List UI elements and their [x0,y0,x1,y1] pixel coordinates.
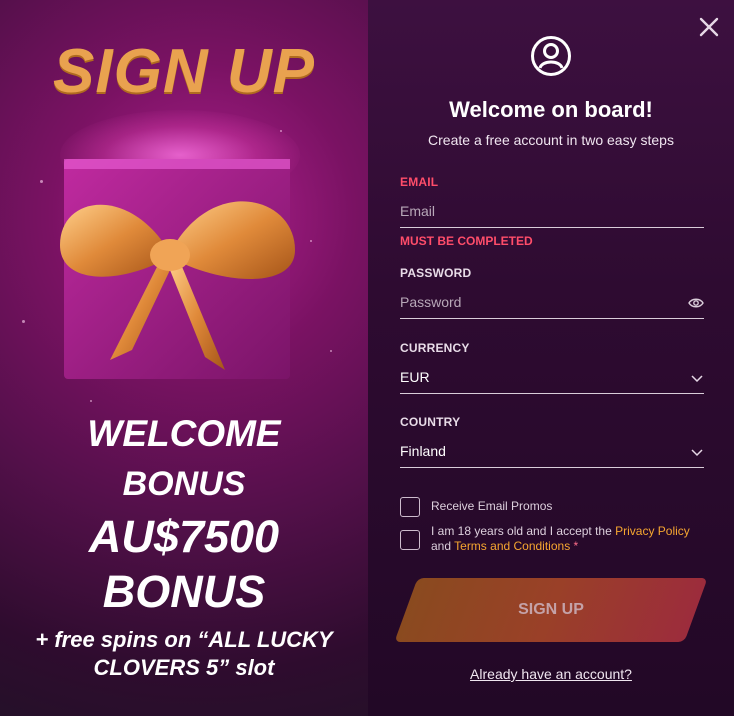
login-link[interactable]: Already have an account? [368,666,734,682]
email-input[interactable]: Email [400,203,704,228]
terms-checkbox-row: I am 18 years old and I accept the Priva… [400,524,710,554]
password-input[interactable]: Password [400,294,704,319]
close-icon[interactable] [698,16,720,38]
currency-select[interactable]: EUR [400,369,704,394]
terms-checkbox[interactable] [400,530,420,550]
gift-box-image [60,159,295,379]
promo-title: SIGN UP [53,37,315,106]
promos-label: Receive Email Promos [431,499,553,513]
welcome-heading: Welcome on board! [449,97,653,122]
password-label: PASSWORD [400,266,472,280]
email-field-group: EMAIL Email MUST BE COMPLETED [400,175,704,248]
signup-form-panel: Welcome on board! Create a free account … [368,0,734,716]
country-value: Finland [400,443,446,459]
country-field-group: COUNTRY Finland [400,415,704,468]
bonus-line-bonus-2: BONUS [102,566,266,617]
email-error: MUST BE COMPLETED [400,234,533,248]
eye-icon[interactable] [688,296,704,310]
chevron-down-icon [691,375,703,383]
signup-submit-label: SIGN UP [518,601,584,618]
currency-label: CURRENCY [400,341,470,355]
privacy-policy-link[interactable]: Privacy Policy [615,524,690,538]
country-label: COUNTRY [400,415,461,429]
promos-checkbox-row: Receive Email Promos [400,497,710,517]
terms-and: and [431,539,455,553]
signup-modal: SIGN UP WELCOME BONUS AU$7500 BONUS + fr… [0,0,734,716]
welcome-subtitle: Create a free account in two easy steps [428,132,674,148]
terms-label: I am 18 years old and I accept the Priva… [431,524,690,554]
free-spins-line-2: CLOVERS 5” slot [93,655,275,680]
bonus-line-welcome: WELCOME [87,413,281,454]
chevron-down-icon [691,449,703,457]
currency-value: EUR [400,369,430,385]
free-spins-line-1: + free spins on “ALL LUCKY [35,627,333,652]
promo-panel: SIGN UP WELCOME BONUS AU$7500 BONUS + fr… [0,0,368,716]
promos-checkbox[interactable] [400,497,420,517]
password-placeholder: Password [400,294,462,310]
signup-submit-button[interactable]: SIGN UP [394,578,708,642]
bonus-amount: AU$7500 [88,511,280,562]
currency-field-group: CURRENCY EUR [400,341,704,394]
user-circle-icon [531,36,571,76]
free-spins-text: + free spins on “ALL LUCKY CLOVERS 5” sl… [0,626,368,682]
password-field-group: PASSWORD Password [400,266,704,319]
country-select[interactable]: Finland [400,443,704,468]
terms-prefix: I am 18 years old and I accept the [431,524,616,538]
terms-conditions-link[interactable]: Terms and Conditions [454,539,570,553]
email-label: EMAIL [400,175,439,189]
required-asterisk: * [573,539,579,553]
bonus-line-bonus: BONUS [122,465,246,503]
